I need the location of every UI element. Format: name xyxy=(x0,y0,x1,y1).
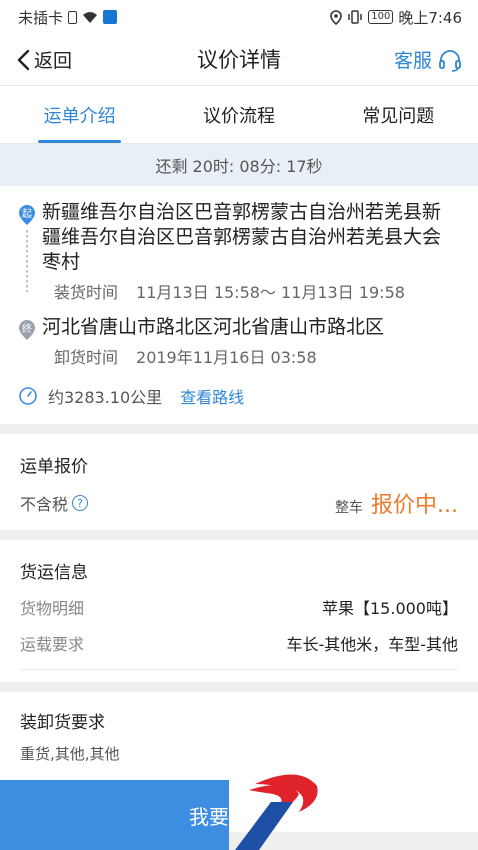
origin-address: 新疆维吾尔自治区巴音郭楞蒙古自治州若羌县新疆维吾尔自治区巴音郭楞蒙古自治州若羌县… xyxy=(42,201,442,273)
route-section: 起 新疆维吾尔自治区巴音郭楞蒙古自治州若羌县新疆维吾尔自治区巴音郭楞蒙古自治州若… xyxy=(0,186,478,424)
cargo-detail-key: 货物明细 xyxy=(20,599,85,618)
destination-address: 河北省唐山市路北区河北省唐山市路北区 xyxy=(42,316,385,338)
cargo-title: 货运信息 xyxy=(20,563,88,583)
submit-quote-button[interactable]: 我要 xyxy=(0,780,229,850)
destination-body: 河北省唐山市路北区河北省唐山市路北区 卸货时间 2019年11月16日 03:5… xyxy=(42,315,458,368)
cargo-requirement-row: 运载要求 车长-其他米，车型-其他 xyxy=(20,631,458,655)
destination-marker-icon: 终 xyxy=(19,320,35,340)
sim-alert-icon xyxy=(68,10,78,24)
vibrate-icon xyxy=(348,10,362,24)
cargo-requirement-value: 车长-其他米，车型-其他 xyxy=(286,635,458,654)
origin-time-label: 装货时间 xyxy=(54,283,119,302)
quote-row: 不含税 ? 整车 报价中... xyxy=(20,487,458,519)
status-left: 未插卡 xyxy=(18,7,118,28)
back-button[interactable]: 返回 xyxy=(16,46,72,73)
quote-card: 运单报价 不含税 ? 整车 报价中... xyxy=(0,434,478,530)
status-bar: 未插卡 100 晚上7:46 xyxy=(0,0,478,34)
destination-time-label: 卸货时间 xyxy=(54,348,119,367)
help-icon[interactable]: ? xyxy=(72,495,89,511)
brand-logo xyxy=(235,774,318,850)
origin-marker-icon: 起 xyxy=(19,205,35,225)
destination-pin: 终 xyxy=(18,319,36,368)
destination-badge: 终 xyxy=(22,322,32,335)
route-dotted-line xyxy=(26,230,28,292)
origin-body: 新疆维吾尔自治区巴音郭楞蒙古自治州若羌县新疆维吾尔自治区巴音郭楞蒙古自治州若羌县… xyxy=(42,200,458,303)
cargo-requirement-key: 运载要求 xyxy=(20,635,85,654)
loading-title: 装卸货要求 xyxy=(20,713,105,733)
carrier-text: 未插卡 xyxy=(18,8,64,27)
cargo-detail-row: 货物明细 苹果【15.000吨】 xyxy=(20,595,458,619)
status-right: 100 晚上7:46 xyxy=(330,7,462,28)
back-label: 返回 xyxy=(34,50,73,72)
loading-value: 重货,其他,其他 xyxy=(20,745,120,763)
navigation-bar: 返回 客服 xyxy=(0,34,478,86)
battery-icon: 100 xyxy=(368,10,394,24)
view-route-link[interactable]: 查看路线 xyxy=(180,384,244,408)
quote-type: 整车 xyxy=(335,500,364,516)
chevron-left-icon xyxy=(17,49,30,70)
submit-button-label: 我要 xyxy=(189,804,229,829)
destination-time-row: 卸货时间 2019年11月16日 03:58 xyxy=(42,344,458,368)
service-label: 客服 xyxy=(393,50,432,72)
origin-time-row: 装货时间 11月13日 15:58～ 11月13日 19:58 xyxy=(42,279,458,303)
destination-stop: 终 河北省唐山市路北区河北省唐山市路北区 卸货时间 2019年11月16日 03… xyxy=(18,315,458,368)
wifi-icon xyxy=(83,11,98,23)
app-notification-icon xyxy=(103,10,118,24)
tab-waybill-intro[interactable]: 运单介绍 xyxy=(0,86,159,143)
quote-status-group: 整车 报价中... xyxy=(335,487,458,519)
tab-faq[interactable]: 常见问题 xyxy=(319,86,478,143)
cargo-detail-value: 苹果【15.000吨】 xyxy=(322,599,458,618)
distance-row: 约3283.10公里 查看路线 xyxy=(18,384,458,408)
location-icon xyxy=(330,9,343,25)
quote-title: 运单报价 xyxy=(20,457,88,477)
countdown-banner: 还剩 20时: 08分: 17秒 xyxy=(0,144,478,186)
speedometer-icon xyxy=(19,387,37,405)
origin-badge: 起 xyxy=(22,208,32,220)
destination-time-value: 2019年11月16日 03:58 xyxy=(136,348,317,367)
quote-status: 报价中... xyxy=(371,493,458,518)
tax-info: 不含税 ? xyxy=(20,491,89,515)
tab-bar: 运单介绍 议价流程 常见问题 xyxy=(0,86,478,144)
origin-stop: 起 新疆维吾尔自治区巴音郭楞蒙古自治州若羌县新疆维吾尔自治区巴音郭楞蒙古自治州若… xyxy=(18,200,458,303)
tax-label: 不含税 xyxy=(20,495,69,514)
divider xyxy=(20,669,458,670)
origin-pin: 起 xyxy=(18,204,36,303)
origin-time-value: 11月13日 15:58～ 11月13日 19:58 xyxy=(136,283,405,302)
headset-icon xyxy=(439,49,461,72)
distance-value: 约3283.10公里 xyxy=(48,388,163,407)
customer-service-button[interactable]: 客服 xyxy=(394,46,462,73)
cargo-card: 货运信息 货物明细 苹果【15.000吨】 运载要求 车长-其他米，车型-其他 xyxy=(0,540,478,682)
tab-bargain-process[interactable]: 议价流程 xyxy=(159,86,318,143)
clock: 晚上7:46 xyxy=(398,8,462,27)
